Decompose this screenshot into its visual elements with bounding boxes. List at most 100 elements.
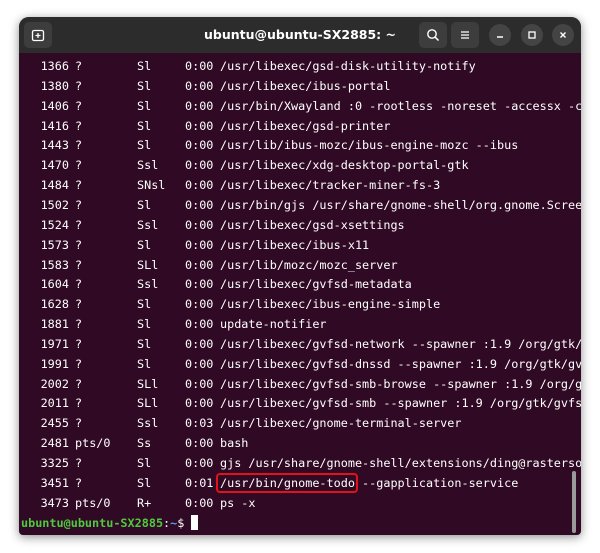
text-cursor xyxy=(191,514,199,530)
process-stat: Sl xyxy=(137,237,152,252)
new-tab-button[interactable] xyxy=(24,22,52,48)
process-stat: Sl xyxy=(137,456,152,470)
process-tty: ? xyxy=(75,118,83,133)
process-command: ps -x xyxy=(220,495,256,510)
process-command: /usr/libexec/ibus-x11 xyxy=(220,237,370,252)
process-pid: 2481 xyxy=(40,436,69,451)
process-pid: 1573 xyxy=(40,237,69,252)
terminal-output[interactable]: 1366? Sl 0:00/usr/libexec/gsd-disk-utility… xyxy=(19,53,581,535)
process-pid: 1524 xyxy=(40,217,69,232)
terminal-window: ubuntu@ubuntu-SX2885: ~ 1366 ? Sl 0:00 /… xyxy=(19,17,581,535)
process-command: /usr/libexec/gsd-printer xyxy=(220,118,391,133)
process-pid: 1628 xyxy=(40,297,69,312)
process-tty: pts/0 xyxy=(75,495,111,510)
process-stat: SNsl xyxy=(137,178,166,193)
process-pid: 1406 xyxy=(40,98,69,113)
process-tty: ? xyxy=(75,475,83,490)
process-stat: Ss xyxy=(137,436,152,451)
process-command: /usr/libexec/gvfsd-smb --spawner :1.9 /o… xyxy=(220,396,581,411)
process-stat: SLl xyxy=(137,257,159,272)
process-tty: ? xyxy=(75,416,83,431)
process-pid: 1380 xyxy=(40,78,69,93)
process-stat: Ssl xyxy=(137,158,159,173)
process-tty: ? xyxy=(75,158,83,173)
process-tty: ? xyxy=(75,217,83,232)
process-command: /usr/libexec/gsd-xsettings xyxy=(220,217,405,232)
process-time: 0:00 xyxy=(185,98,214,113)
new-tab-icon xyxy=(31,29,45,42)
scrollbar-thumb[interactable] xyxy=(572,471,576,533)
process-command: /usr/libexec/tracker-miner-fs-3 xyxy=(220,178,441,193)
process-command: update-notifier xyxy=(220,317,327,332)
process-stat: Sl xyxy=(137,78,152,93)
menu-button[interactable] xyxy=(451,22,479,48)
process-tty: ? xyxy=(75,336,83,351)
process-command: /usr/libexec/ibus-portal xyxy=(220,78,391,93)
process-time: 0:00 xyxy=(185,336,214,351)
process-time: 0:00 xyxy=(185,297,214,312)
process-pid: 3325 xyxy=(40,456,69,470)
process-pid: 1583 xyxy=(40,257,69,272)
title-bar[interactable]: ubuntu@ubuntu-SX2885: ~ xyxy=(19,17,581,53)
minimize-button[interactable] xyxy=(489,24,511,46)
search-icon xyxy=(427,29,440,42)
process-time: 0:00 xyxy=(185,217,214,232)
process-time: 0:00 xyxy=(185,178,214,193)
process-pid: 2011 xyxy=(40,396,69,411)
process-stat: Sl xyxy=(137,317,152,332)
window-title: ubuntu@ubuntu-SX2885: ~ xyxy=(204,27,396,42)
process-stat: Sl xyxy=(137,138,152,153)
process-stat: Sl xyxy=(137,336,152,351)
process-time: 0:00 xyxy=(185,59,214,73)
process-pid: 1991 xyxy=(40,356,69,371)
process-time: 0:00 xyxy=(185,237,214,252)
process-tty: ? xyxy=(75,178,83,193)
maximize-button[interactable] xyxy=(521,24,543,46)
process-pid: 1604 xyxy=(40,277,69,292)
shell-prompt[interactable]: ubuntu@ubuntu-SX2885:~$ xyxy=(21,514,199,532)
process-time: 0:00 xyxy=(185,277,214,292)
process-time: 0:00 xyxy=(185,396,214,411)
process-stat: Sl xyxy=(137,297,152,312)
process-pid: 1416 xyxy=(40,118,69,133)
process-pid: 1443 xyxy=(40,138,69,153)
process-command: gjs /usr/share/gnome-shell/extensions/di… xyxy=(220,456,581,470)
process-tty: ? xyxy=(75,257,83,272)
process-stat: SLl xyxy=(137,376,159,391)
search-button[interactable] xyxy=(419,22,447,48)
process-pid: 3451 xyxy=(40,475,69,490)
process-pid: 2455 xyxy=(40,416,69,431)
process-time: 0:00 xyxy=(185,118,214,133)
process-command: /usr/libexec/gvfsd-metadata xyxy=(220,277,412,292)
process-pid: 2002 xyxy=(40,376,69,391)
process-command: /usr/libexec/gvfsd-dnssd --spawner :1.9 … xyxy=(220,356,581,371)
process-time: 0:00 xyxy=(185,376,214,391)
process-pid: 1881 xyxy=(40,317,69,332)
process-command: /usr/lib/mozc/mozc_server xyxy=(220,257,398,272)
process-pid: 1502 xyxy=(40,197,69,212)
process-stat: Sl xyxy=(137,475,152,490)
process-time: 0:00 xyxy=(185,356,214,371)
process-tty: ? xyxy=(75,78,83,93)
prompt-symbol: $ xyxy=(177,515,192,530)
process-tty: ? xyxy=(75,297,83,312)
process-time: 0:00 xyxy=(185,436,214,451)
process-tty: ? xyxy=(75,376,83,391)
process-stat: SLl xyxy=(137,396,159,411)
minimize-icon xyxy=(497,36,503,38)
close-icon xyxy=(560,32,566,38)
process-tty: ? xyxy=(75,59,83,73)
process-pid: 1484 xyxy=(40,178,69,193)
process-time: 0:03 xyxy=(185,416,214,431)
process-command: /usr/lib/ibus-mozc/ibus-engine-mozc --ib… xyxy=(220,138,519,153)
process-stat: Ssl xyxy=(137,277,159,292)
process-time: 0:00 xyxy=(185,78,214,93)
process-tty: ? xyxy=(75,456,83,470)
process-pid: 1971 xyxy=(40,336,69,351)
process-command: /usr/libexec/gvfsd-network --spawner :1.… xyxy=(220,336,581,351)
process-time: 0:00 xyxy=(185,257,214,272)
process-stat: Sl xyxy=(137,59,152,73)
process-stat: Ssl xyxy=(137,217,159,232)
close-button[interactable] xyxy=(552,24,574,46)
process-command: /usr/libexec/gnome-terminal-server xyxy=(220,416,462,431)
